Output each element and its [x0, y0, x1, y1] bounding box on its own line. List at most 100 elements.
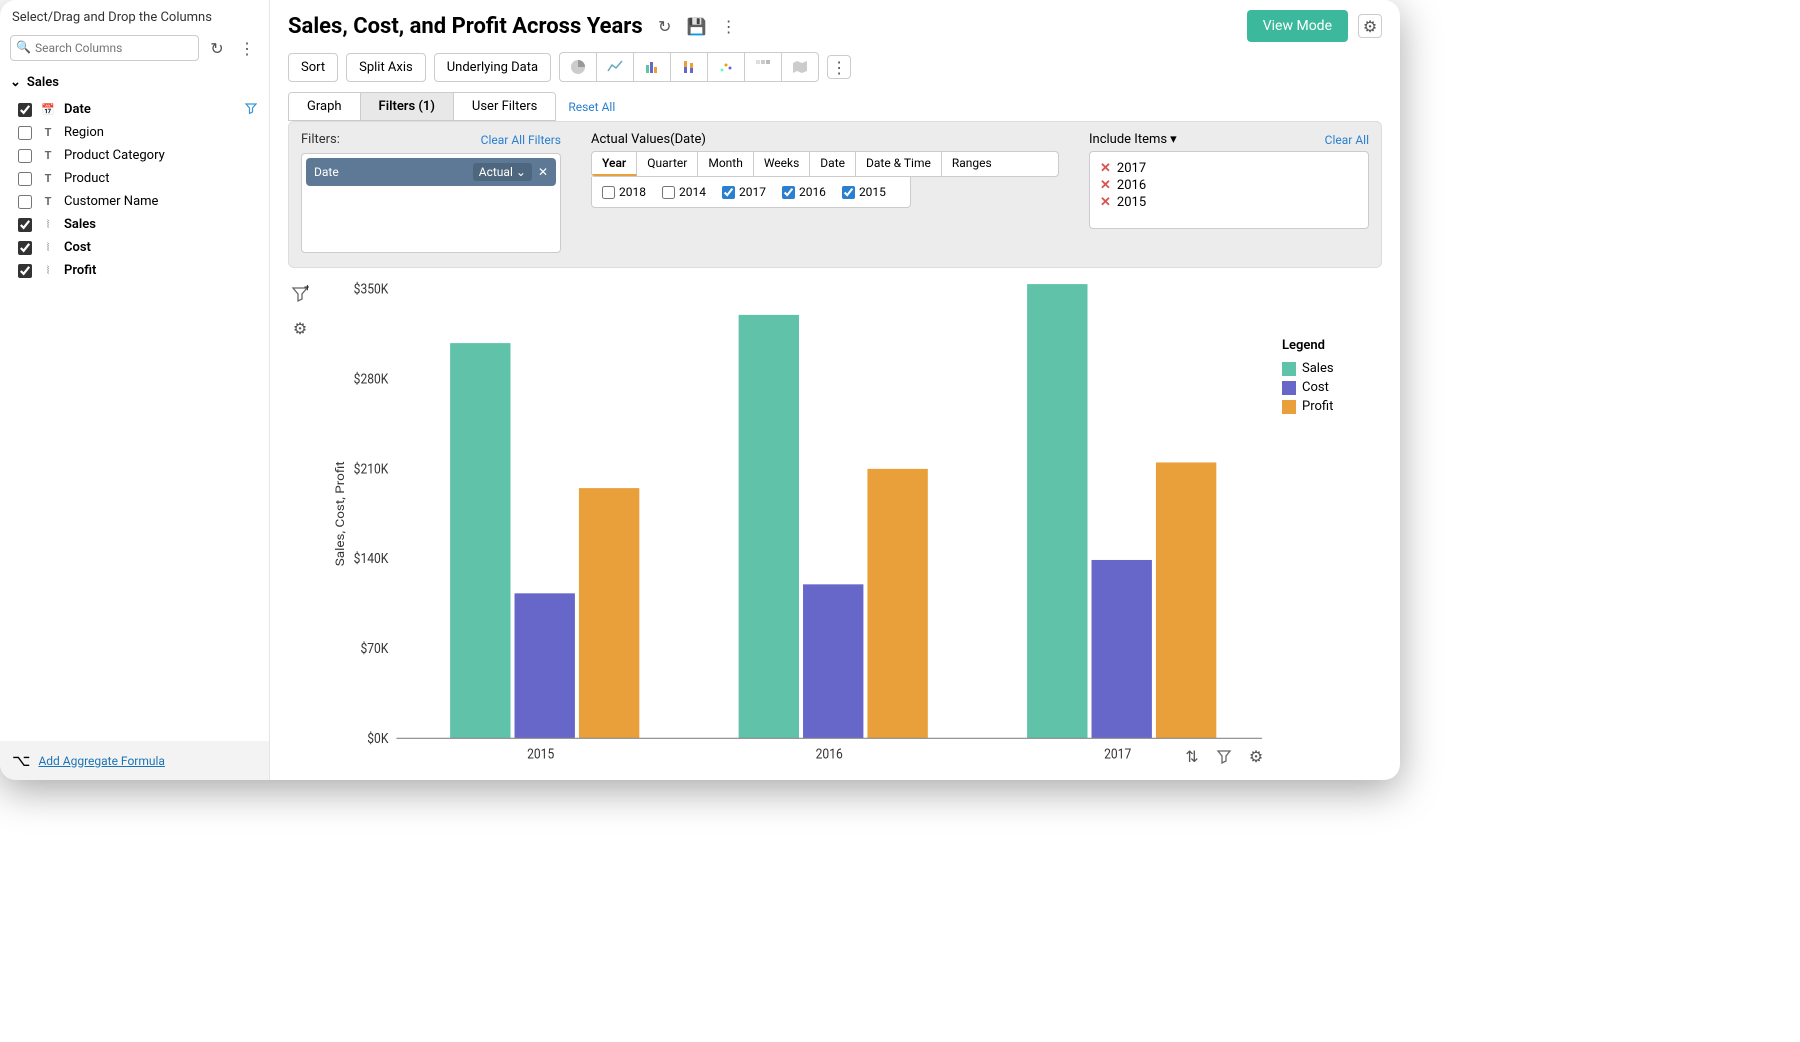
tab-filters[interactable]: Filters (1)	[361, 93, 454, 120]
scatter-chart-icon[interactable]	[708, 53, 745, 81]
svg-text:2015: 2015	[527, 747, 554, 763]
year-check-2018[interactable]: 2018	[602, 185, 646, 199]
column-item-customer-name[interactable]: T Customer Name	[0, 190, 269, 213]
remove-include-icon[interactable]: ✕	[1100, 178, 1111, 193]
bar-profit-2016[interactable]	[867, 469, 927, 738]
bar-profit-2017[interactable]	[1156, 462, 1216, 738]
year-check-2017[interactable]: 2017	[722, 185, 766, 199]
svg-text:2017: 2017	[1104, 747, 1131, 763]
filter-pill-date[interactable]: Date Actual ⌄ ✕	[306, 158, 556, 186]
svg-text:2016: 2016	[816, 747, 843, 763]
sidebar: Select/Drag and Drop the Columns 🔍 ↻ ⋮ ⌄…	[0, 0, 270, 780]
column-item-sales[interactable]: ⦚ Sales	[0, 213, 269, 236]
filters-panel: Filters: Clear All Filters Date Actual ⌄…	[288, 121, 1382, 268]
clear-all-include-link[interactable]: Clear All	[1325, 133, 1369, 147]
group-header[interactable]: ⌄ Sales	[0, 69, 269, 96]
add-filter-icon[interactable]: +	[288, 282, 312, 306]
toolbar-more-icon[interactable]: ⋮	[827, 55, 851, 79]
legend-item-profit[interactable]: Profit	[1282, 397, 1382, 416]
column-item-product-category[interactable]: T Product Category	[0, 144, 269, 167]
column-checkbox[interactable]	[18, 195, 32, 209]
title-more-icon[interactable]: ⋮	[717, 14, 741, 38]
search-icon: 🔍	[16, 40, 31, 54]
remove-include-icon[interactable]: ✕	[1100, 161, 1111, 176]
legend-item-sales[interactable]: Sales	[1282, 359, 1382, 378]
pill-mode-dropdown[interactable]: Actual ⌄	[473, 163, 532, 181]
svg-text:$210K: $210K	[354, 462, 390, 478]
range-tab-weeks[interactable]: Weeks	[754, 152, 810, 176]
more-icon[interactable]: ⋮	[235, 36, 259, 60]
bar-chart-icon[interactable]	[634, 53, 671, 81]
include-items-dropdown[interactable]: Include Items ▾	[1089, 132, 1177, 147]
tab-graph[interactable]: Graph	[289, 93, 361, 120]
year-check-2015[interactable]: 2015	[842, 185, 886, 199]
include-item-2017: ✕2017	[1100, 160, 1358, 177]
column-checkbox[interactable]	[18, 241, 32, 255]
remove-filter-icon[interactable]: ✕	[538, 165, 548, 179]
reset-all-link[interactable]: Reset All	[568, 100, 615, 114]
column-checkbox[interactable]	[18, 172, 32, 186]
column-item-region[interactable]: T Region	[0, 121, 269, 144]
column-item-profit[interactable]: ⦚ Profit	[0, 259, 269, 282]
bar-sales-2016[interactable]	[739, 315, 799, 738]
range-tab-month[interactable]: Month	[698, 152, 753, 176]
svg-text:Sales, Cost, Profit: Sales, Cost, Profit	[334, 461, 348, 566]
column-label: Profit	[64, 263, 96, 278]
bar-cost-2015[interactable]	[515, 593, 575, 738]
year-check-2014[interactable]: 2014	[662, 185, 706, 199]
legend: Legend SalesCostProfit	[1282, 278, 1382, 772]
column-item-product[interactable]: T Product	[0, 167, 269, 190]
bar-sales-2017[interactable]	[1027, 284, 1087, 738]
chart-body: $0K$70K$140K$210K$280K$350KSales, Cost, …	[326, 278, 1272, 772]
tab-user-filters[interactable]: User Filters	[454, 93, 555, 120]
clear-all-filters-link[interactable]: Clear All Filters	[481, 133, 561, 147]
chart-settings-icon[interactable]: ⚙	[288, 316, 312, 340]
caret-down-icon: ▾	[1170, 132, 1177, 147]
legend-item-cost[interactable]: Cost	[1282, 378, 1382, 397]
year-check-2016[interactable]: 2016	[782, 185, 826, 199]
column-checkbox[interactable]	[18, 149, 32, 163]
save-icon[interactable]: 💾	[685, 14, 709, 38]
refresh-chart-icon[interactable]: ↻	[653, 14, 677, 38]
range-tab-date[interactable]: Date	[810, 152, 856, 176]
measure-type-icon: ⦚	[40, 241, 56, 255]
view-mode-button[interactable]: View Mode	[1247, 10, 1348, 42]
bar-profit-2015[interactable]	[579, 488, 639, 738]
column-checkbox[interactable]	[18, 218, 32, 232]
remove-include-icon[interactable]: ✕	[1100, 195, 1111, 210]
column-item-cost[interactable]: ⦚ Cost	[0, 236, 269, 259]
sort-chart-icon[interactable]: ⇅	[1180, 744, 1204, 768]
pie-chart-icon[interactable]	[560, 53, 597, 81]
stacked-bar-icon[interactable]	[671, 53, 708, 81]
column-item-date[interactable]: 📅 Date	[0, 98, 269, 121]
bar-cost-2016[interactable]	[803, 584, 863, 738]
text-type-icon: T	[40, 149, 56, 162]
range-tab-year[interactable]: Year	[592, 152, 637, 176]
bar-cost-2017[interactable]	[1092, 560, 1152, 738]
column-checkbox[interactable]	[18, 103, 32, 117]
line-chart-icon[interactable]	[597, 53, 634, 81]
range-tab-quarter[interactable]: Quarter	[637, 152, 698, 176]
add-aggregate-link[interactable]: Add Aggregate Formula	[38, 754, 165, 768]
gear-icon[interactable]: ⚙	[1358, 14, 1382, 38]
refresh-icon[interactable]: ↻	[205, 36, 229, 60]
sidebar-footer: ⌥ Add Aggregate Formula	[0, 741, 269, 780]
sort-button[interactable]: Sort	[288, 53, 338, 82]
column-checkbox[interactable]	[18, 126, 32, 140]
bar-sales-2015[interactable]	[450, 343, 510, 738]
map-chart-icon[interactable]	[782, 53, 818, 81]
measure-type-icon: ⦚	[40, 264, 56, 278]
heatmap-icon[interactable]	[745, 53, 782, 81]
underlying-data-button[interactable]: Underlying Data	[434, 53, 551, 82]
chart-gear-icon[interactable]: ⚙	[1244, 744, 1268, 768]
column-label: Date	[64, 102, 91, 117]
range-tab-ranges[interactable]: Ranges	[942, 152, 1002, 176]
formula-icon: ⌥	[12, 751, 30, 770]
chevron-down-icon: ⌄	[10, 75, 21, 90]
text-type-icon: T	[40, 195, 56, 208]
range-tab-date-time[interactable]: Date & Time	[856, 152, 942, 176]
column-checkbox[interactable]	[18, 264, 32, 278]
split-axis-button[interactable]: Split Axis	[346, 53, 426, 82]
filter-chart-icon[interactable]	[1212, 744, 1236, 768]
search-input[interactable]	[10, 35, 199, 61]
